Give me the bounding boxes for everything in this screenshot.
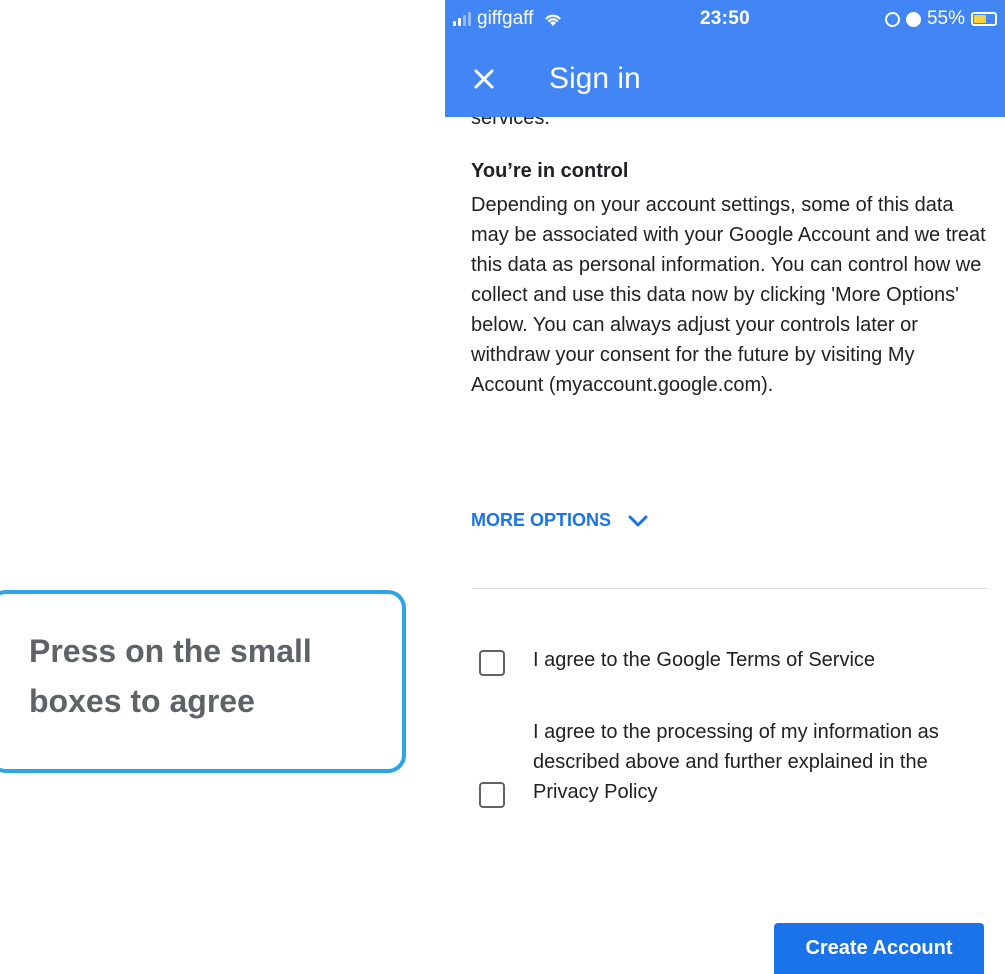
privacy-checkbox-label[interactable]: I agree to the processing of my informat… bbox=[533, 717, 973, 807]
phone-screen: giffgaff 23:50 55% Sign in services. You… bbox=[445, 0, 1005, 974]
section-body: Depending on your account settings, some… bbox=[471, 194, 986, 396]
divider bbox=[472, 588, 987, 589]
instruction-callout: Press on the small boxes to agree bbox=[0, 590, 406, 773]
app-bar: giffgaff 23:50 55% Sign in bbox=[445, 0, 1005, 117]
screenshot-canvas: giffgaff 23:50 55% Sign in services. You… bbox=[0, 0, 1005, 974]
create-account-button[interactable]: Create Account bbox=[774, 923, 984, 974]
more-options-label: MORE OPTIONS bbox=[471, 510, 612, 530]
status-right: 55% bbox=[884, 8, 997, 30]
alarm-icon bbox=[905, 11, 921, 27]
terms-checkbox-label[interactable]: I agree to the Google Terms of Service bbox=[533, 645, 973, 675]
section-heading: You’re in control bbox=[471, 160, 629, 182]
battery-percent: 55% bbox=[926, 8, 965, 29]
chevron-down-icon bbox=[628, 515, 648, 526]
battery-icon bbox=[971, 12, 997, 26]
toolbar: Sign in bbox=[445, 52, 1005, 112]
close-icon[interactable] bbox=[467, 62, 501, 96]
battery-fill bbox=[974, 15, 987, 23]
privacy-checkbox[interactable] bbox=[479, 782, 505, 808]
terms-checkbox[interactable] bbox=[479, 650, 505, 676]
orientation-lock-icon bbox=[884, 11, 900, 27]
status-bar: giffgaff 23:50 55% bbox=[445, 0, 1005, 36]
more-options-button[interactable]: MORE OPTIONS bbox=[471, 510, 651, 531]
page-title: Sign in bbox=[549, 62, 641, 95]
callout-text: Press on the small boxes to agree bbox=[29, 633, 312, 719]
